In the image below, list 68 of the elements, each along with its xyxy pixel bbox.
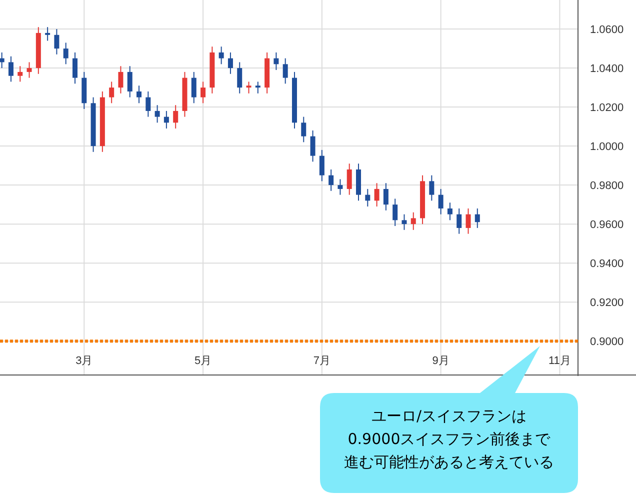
- candlestick: [282, 58, 288, 84]
- candlestick: [310, 130, 316, 162]
- candlestick: [109, 81, 114, 104]
- candlestick: [100, 90, 105, 152]
- candlestick: [8, 56, 14, 82]
- axis-label: 1.0000: [590, 141, 624, 154]
- candlestick: [365, 188, 370, 208]
- candlestick: [173, 104, 178, 129]
- candlestick: [72, 52, 78, 84]
- candlestick: [447, 202, 452, 221]
- candlestick: [164, 110, 169, 129]
- candlestick: [127, 66, 132, 98]
- axis-label: 0.9200: [590, 297, 624, 310]
- candlestick: [392, 198, 398, 227]
- candlestick: [182, 71, 188, 118]
- candlestick: [36, 26, 41, 74]
- axis-label: 1.0600: [590, 24, 624, 36]
- candlestick: [356, 163, 361, 202]
- axis-label: 7月: [313, 355, 330, 367]
- candlestick: [228, 52, 233, 74]
- candlestick: [429, 174, 434, 202]
- candlestick: [438, 188, 444, 215]
- candlestick: [82, 71, 87, 110]
- candlestick: [338, 178, 343, 196]
- candlestick: [210, 46, 215, 94]
- axis-label: 5月: [194, 355, 212, 367]
- axis-label: 0.9600: [590, 219, 624, 232]
- axis-label: 3月: [76, 355, 93, 367]
- axis-label: 0.9400: [590, 258, 624, 270]
- candlestick: [420, 174, 426, 225]
- candlestick: [237, 62, 242, 94]
- candlestick: [410, 212, 416, 230]
- candlestick: [90, 96, 96, 152]
- candlestick: [136, 85, 142, 104]
- callout-text: ユーロ/スイスフランは 0.9000スイスフラン前後まで 進む可能性があると考えている: [343, 406, 555, 473]
- candlestick: [246, 81, 252, 94]
- axis-label: 9月: [432, 355, 450, 367]
- candlestick: [292, 71, 297, 129]
- axis-label: 0.9800: [590, 180, 624, 192]
- candlestick: [301, 116, 306, 143]
- candlestick: [0, 52, 4, 69]
- candlestick: [200, 81, 206, 104]
- candlestick: [63, 42, 68, 65]
- candlestick: [255, 81, 260, 94]
- candlestick: [346, 163, 352, 196]
- axis-label: 0.9000: [590, 336, 624, 348]
- candlestick: [328, 168, 334, 192]
- axis-label: 1.0200: [590, 102, 624, 114]
- candlestick: [45, 26, 50, 42]
- candlestick: [383, 182, 388, 211]
- axis-label: 1.0400: [590, 63, 624, 76]
- candlestick: [54, 28, 60, 55]
- candlestick: [466, 208, 471, 234]
- candlestick: [118, 66, 124, 94]
- candlestick: [191, 71, 196, 104]
- candlestick: [26, 62, 32, 78]
- candlestick: [456, 208, 462, 234]
- axis-label: 11月: [548, 355, 571, 367]
- candlestick: [264, 52, 270, 94]
- candlestick: [274, 52, 279, 70]
- candlestick: [218, 46, 224, 65]
- candlestick: [319, 149, 324, 182]
- candlestick: [18, 66, 23, 82]
- candlestick: [402, 214, 407, 230]
- candlestick: [474, 208, 480, 228]
- candlestick: [374, 182, 380, 208]
- candlestick: [146, 90, 151, 118]
- candlestick: [154, 104, 160, 124]
